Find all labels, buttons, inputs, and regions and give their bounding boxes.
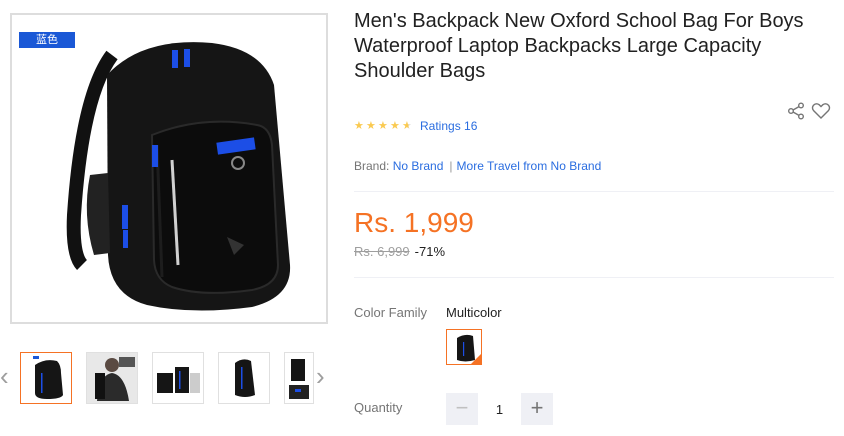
main-product-image[interactable]: 蓝色 [10, 13, 328, 324]
thumbnail-3[interactable] [152, 352, 204, 404]
thumbnail-1[interactable] [20, 352, 72, 404]
color-family-value: Multicolor [446, 305, 502, 320]
divider [354, 277, 834, 278]
star-rating: ★ ★ ★ ★ ★ [354, 120, 414, 132]
discount-badge: -71% [414, 244, 446, 259]
brand-separator: | [449, 159, 453, 173]
star-icon: ★ [378, 120, 388, 132]
heart-icon[interactable] [811, 102, 831, 125]
star-icon: ★ [390, 120, 400, 132]
ratings-link[interactable]: Ratings 16 [420, 119, 477, 133]
star-icon: ★ [366, 120, 376, 132]
original-price: Rs. 6,999 [354, 244, 410, 259]
thumbnail-carousel: ‹ › [0, 343, 340, 413]
brand-link[interactable]: No Brand [393, 159, 444, 173]
thumbnail-5[interactable] [284, 352, 314, 404]
more-from-brand-link[interactable]: More Travel from No Brand [457, 159, 602, 173]
quantity-increment-button[interactable]: + [521, 393, 553, 425]
chevron-left-icon[interactable]: ‹ [0, 363, 14, 389]
share-icon[interactable] [787, 102, 805, 125]
original-price-row: Rs. 6,999 -71% [354, 244, 445, 259]
brand-label: Brand: [354, 159, 390, 173]
backpack-parts-image [289, 359, 309, 399]
quantity-label: Quantity [354, 400, 403, 415]
product-title: Men's Backpack New Oxford School Bag For… [354, 10, 804, 82]
color-swatch[interactable] [446, 329, 482, 365]
selected-indicator [470, 353, 481, 364]
color-tag: 蓝色 [19, 32, 75, 48]
star-icon: ★ [354, 120, 364, 132]
backpack-side-image [235, 359, 255, 397]
chevron-right-icon[interactable]: › [316, 363, 330, 389]
brand-row: Brand: No Brand | More Travel from No Bran… [354, 159, 601, 173]
backpack-detail-image [157, 367, 200, 393]
half-star-icon: ★ [402, 120, 414, 132]
color-family-label: Color Family [354, 305, 427, 320]
backpack-thumb-image [33, 356, 63, 399]
product-actions [787, 102, 835, 122]
divider [354, 191, 834, 192]
quantity-decrement-button[interactable]: − [446, 393, 478, 425]
model-wearing-backpack-image [87, 353, 137, 403]
rating-row: ★ ★ ★ ★ ★ Ratings 16 [354, 119, 477, 133]
thumbnail-4[interactable] [218, 352, 270, 404]
price: Rs. 1,999 [354, 207, 474, 238]
thumbnail-2[interactable] [86, 352, 138, 404]
backpack-image [66, 42, 291, 311]
quantity-input[interactable] [483, 393, 516, 425]
